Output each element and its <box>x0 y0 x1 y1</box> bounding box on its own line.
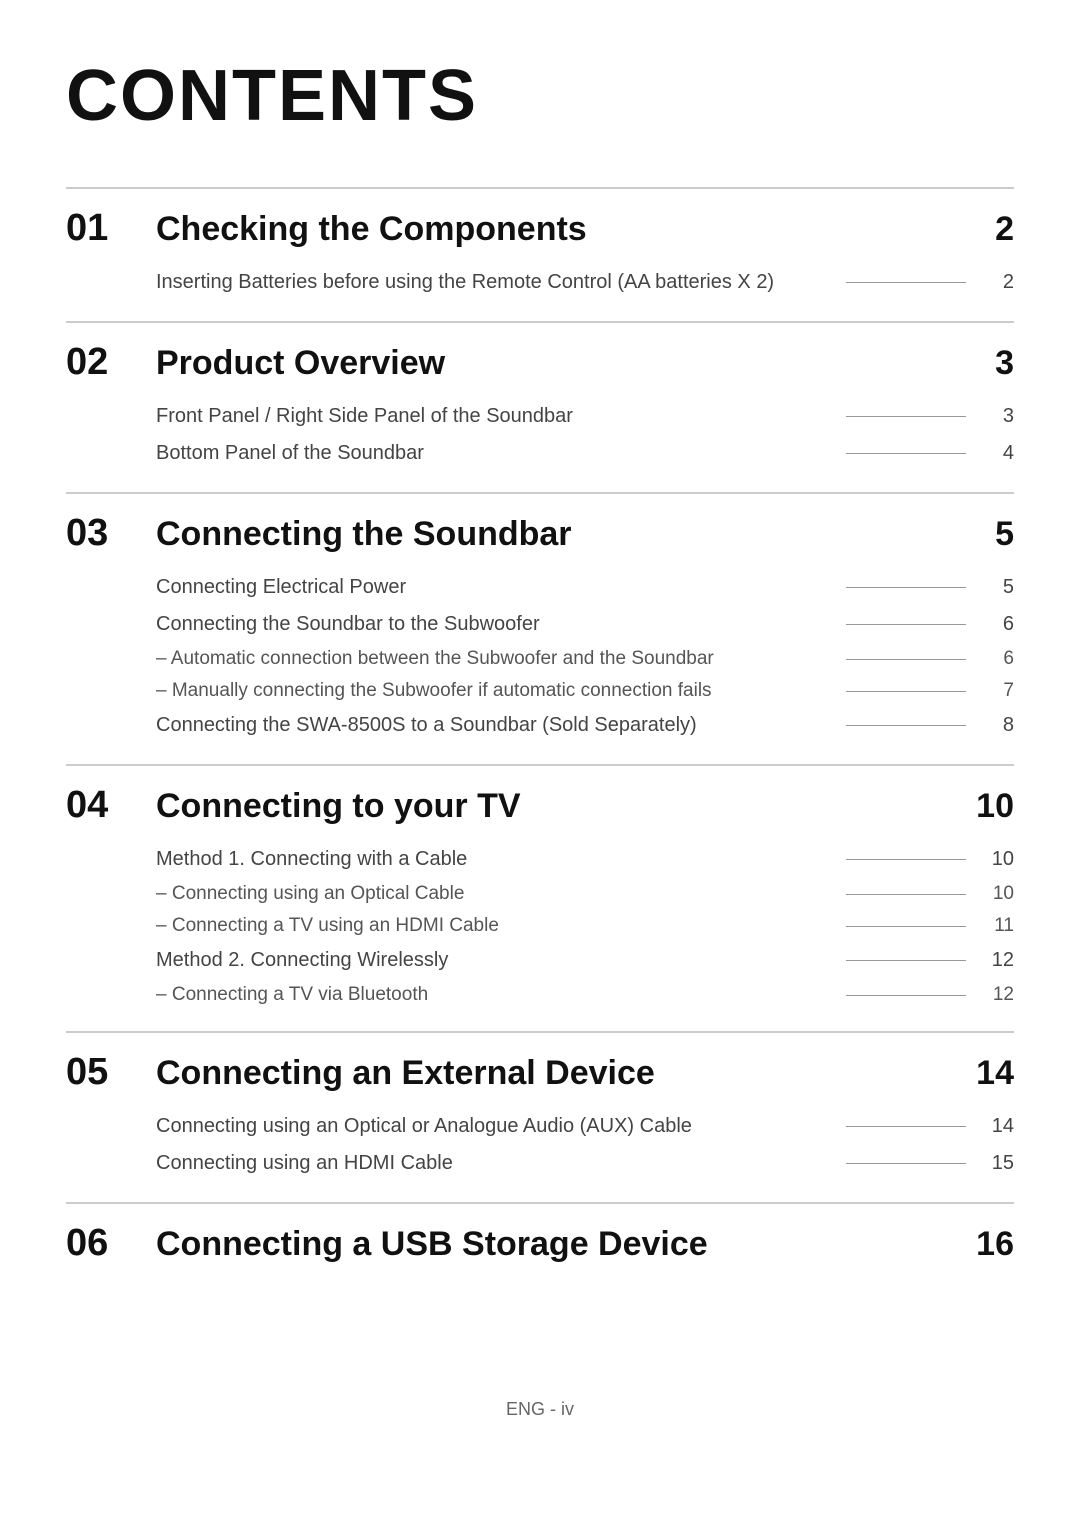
entry-page-number: 3 <box>984 405 1014 428</box>
entry-line <box>846 587 966 588</box>
section-title: Connecting a USB Storage Device <box>156 1225 954 1264</box>
section-page-number: 14 <box>954 1054 1014 1093</box>
sub-entry-text: – Connecting a TV using an HDMI Cable <box>156 915 828 937</box>
sub-entry-text: – Connecting using an Optical Cable <box>156 883 828 905</box>
section: 01Checking the Components2Inserting Batt… <box>66 187 1014 311</box>
entry-line <box>846 725 966 726</box>
entry: Bottom Panel of the Soundbar 4 <box>156 435 1014 472</box>
entry-page-number: 4 <box>984 442 1014 465</box>
entry: Method 1. Connecting with a Cable 10 <box>156 841 1014 878</box>
sub-entry-line <box>846 894 966 895</box>
entry: Inserting Batteries before using the Rem… <box>156 264 1014 301</box>
section-page-number: 16 <box>954 1225 1014 1264</box>
sub-entry-page-number: 12 <box>984 984 1014 1006</box>
entry-text: Connecting using an HDMI Cable <box>156 1152 828 1175</box>
page-title: CONTENTS <box>66 55 1014 137</box>
section: 02Product Overview3Front Panel / Right S… <box>66 321 1014 482</box>
entry-page-number: 2 <box>984 271 1014 294</box>
sub-entry: – Connecting a TV using an HDMI Cable 11 <box>156 910 1014 942</box>
section-number: 01 <box>66 207 156 250</box>
sub-entry-page-number: 10 <box>984 883 1014 905</box>
sub-entry-line <box>846 659 966 660</box>
entry: Connecting Electrical Power 5 <box>156 569 1014 606</box>
entry: Connecting using an HDMI Cable 15 <box>156 1145 1014 1182</box>
section: 03Connecting the Soundbar5Connecting Ele… <box>66 492 1014 754</box>
section-number: 05 <box>66 1051 156 1094</box>
sub-entry: – Connecting a TV via Bluetooth 12 <box>156 979 1014 1011</box>
entry-text: Method 2. Connecting Wirelessly <box>156 949 828 972</box>
sub-entry-text: – Automatic connection between the Subwo… <box>156 648 828 670</box>
entry: Front Panel / Right Side Panel of the So… <box>156 398 1014 435</box>
sub-entry-text: – Connecting a TV via Bluetooth <box>156 984 828 1006</box>
section-number: 03 <box>66 512 156 555</box>
entry-line <box>846 624 966 625</box>
sub-entry-line <box>846 691 966 692</box>
entry-line <box>846 859 966 860</box>
section-page-number: 3 <box>954 344 1014 383</box>
sub-entry: – Connecting using an Optical Cable 10 <box>156 878 1014 910</box>
entry-line <box>846 1126 966 1127</box>
section-page-number: 10 <box>954 787 1014 826</box>
section: 06Connecting a USB Storage Device16 <box>66 1202 1014 1279</box>
entry: Method 2. Connecting Wirelessly 12 <box>156 942 1014 979</box>
entry-page-number: 12 <box>984 949 1014 972</box>
entry-text: Connecting the Soundbar to the Subwoofer <box>156 613 828 636</box>
entry: Connecting the Soundbar to the Subwoofer… <box>156 606 1014 643</box>
entry-page-number: 15 <box>984 1152 1014 1175</box>
section-number: 04 <box>66 784 156 827</box>
section-number: 02 <box>66 341 156 384</box>
entry-page-number: 8 <box>984 714 1014 737</box>
sub-entry-text: – Manually connecting the Subwoofer if a… <box>156 680 828 702</box>
sub-entry-page-number: 6 <box>984 648 1014 670</box>
entry-text: Bottom Panel of the Soundbar <box>156 442 828 465</box>
entry-text: Method 1. Connecting with a Cable <box>156 848 828 871</box>
sub-entry-page-number: 11 <box>984 915 1014 937</box>
entry-line <box>846 1163 966 1164</box>
section-title: Product Overview <box>156 344 954 383</box>
entry-page-number: 10 <box>984 848 1014 871</box>
sub-entry-line <box>846 995 966 996</box>
entry: Connecting the SWA-8500S to a Soundbar (… <box>156 707 1014 744</box>
section-title: Checking the Components <box>156 210 954 249</box>
section: 04Connecting to your TV10Method 1. Conne… <box>66 764 1014 1021</box>
section-number: 06 <box>66 1222 156 1265</box>
entry-page-number: 14 <box>984 1115 1014 1138</box>
section-title: Connecting the Soundbar <box>156 515 954 554</box>
entry-page-number: 6 <box>984 613 1014 636</box>
section-title: Connecting to your TV <box>156 787 954 826</box>
entry-text: Connecting the SWA-8500S to a Soundbar (… <box>156 714 828 737</box>
sub-entry-line <box>846 926 966 927</box>
section: 05Connecting an External Device14Connect… <box>66 1031 1014 1192</box>
entry-text: Front Panel / Right Side Panel of the So… <box>156 405 828 428</box>
entry-line <box>846 453 966 454</box>
entry-line <box>846 282 966 283</box>
section-page-number: 5 <box>954 515 1014 554</box>
entry-text: Connecting using an Optical or Analogue … <box>156 1115 828 1138</box>
footer-text: ENG - iv <box>66 1399 1014 1420</box>
section-title: Connecting an External Device <box>156 1054 954 1093</box>
sub-entry: – Automatic connection between the Subwo… <box>156 643 1014 675</box>
entry: Connecting using an Optical or Analogue … <box>156 1108 1014 1145</box>
sub-entry-page-number: 7 <box>984 680 1014 702</box>
entry-line <box>846 960 966 961</box>
section-page-number: 2 <box>954 210 1014 249</box>
entry-line <box>846 416 966 417</box>
entry-page-number: 5 <box>984 576 1014 599</box>
entry-text: Inserting Batteries before using the Rem… <box>156 271 828 294</box>
entry-text: Connecting Electrical Power <box>156 576 828 599</box>
sub-entry: – Manually connecting the Subwoofer if a… <box>156 675 1014 707</box>
